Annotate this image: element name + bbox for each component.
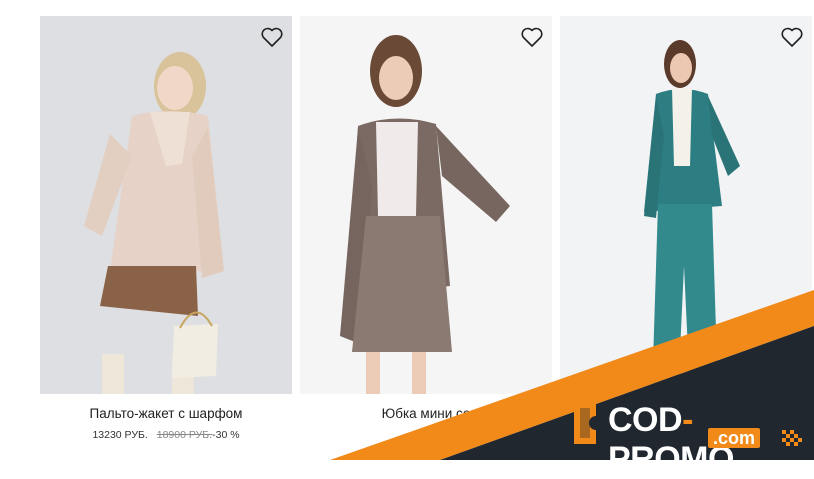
product-price-row: 38 — [300, 429, 552, 441]
current-price: 38 — [420, 429, 432, 441]
product-image-teal-suit — [560, 16, 812, 394]
current-price: 13230 РУБ. — [92, 429, 148, 441]
product-photo[interactable] — [300, 16, 552, 394]
product-card[interactable] — [560, 16, 812, 394]
product-card[interactable]: Пальто-жакет с шарфом 13230 РУБ. 18900 Р… — [40, 16, 292, 441]
heart-outline-icon[interactable] — [260, 26, 284, 48]
product-image-check-mini-skirt — [300, 16, 552, 394]
discount-badge: -30 % — [212, 429, 240, 441]
product-card[interactable]: Юбка мини со 38 — [300, 16, 552, 441]
product-title[interactable]: Пальто-жакет с шарфом — [40, 406, 292, 421]
product-image-coat-with-scarf — [40, 16, 292, 394]
heart-outline-icon[interactable] — [520, 26, 544, 48]
product-photo[interactable] — [40, 16, 292, 394]
product-title[interactable]: Юбка мини со — [300, 406, 552, 421]
heart-outline-icon[interactable] — [780, 26, 804, 48]
product-price-row: 13230 РУБ. 18900 РУБ.-30 % — [40, 429, 292, 441]
product-photo[interactable] — [560, 16, 812, 394]
product-grid: Пальто-жакет с шарфом 13230 РУБ. 18900 Р… — [0, 0, 814, 460]
old-price: 18900 РУБ. — [156, 429, 213, 441]
